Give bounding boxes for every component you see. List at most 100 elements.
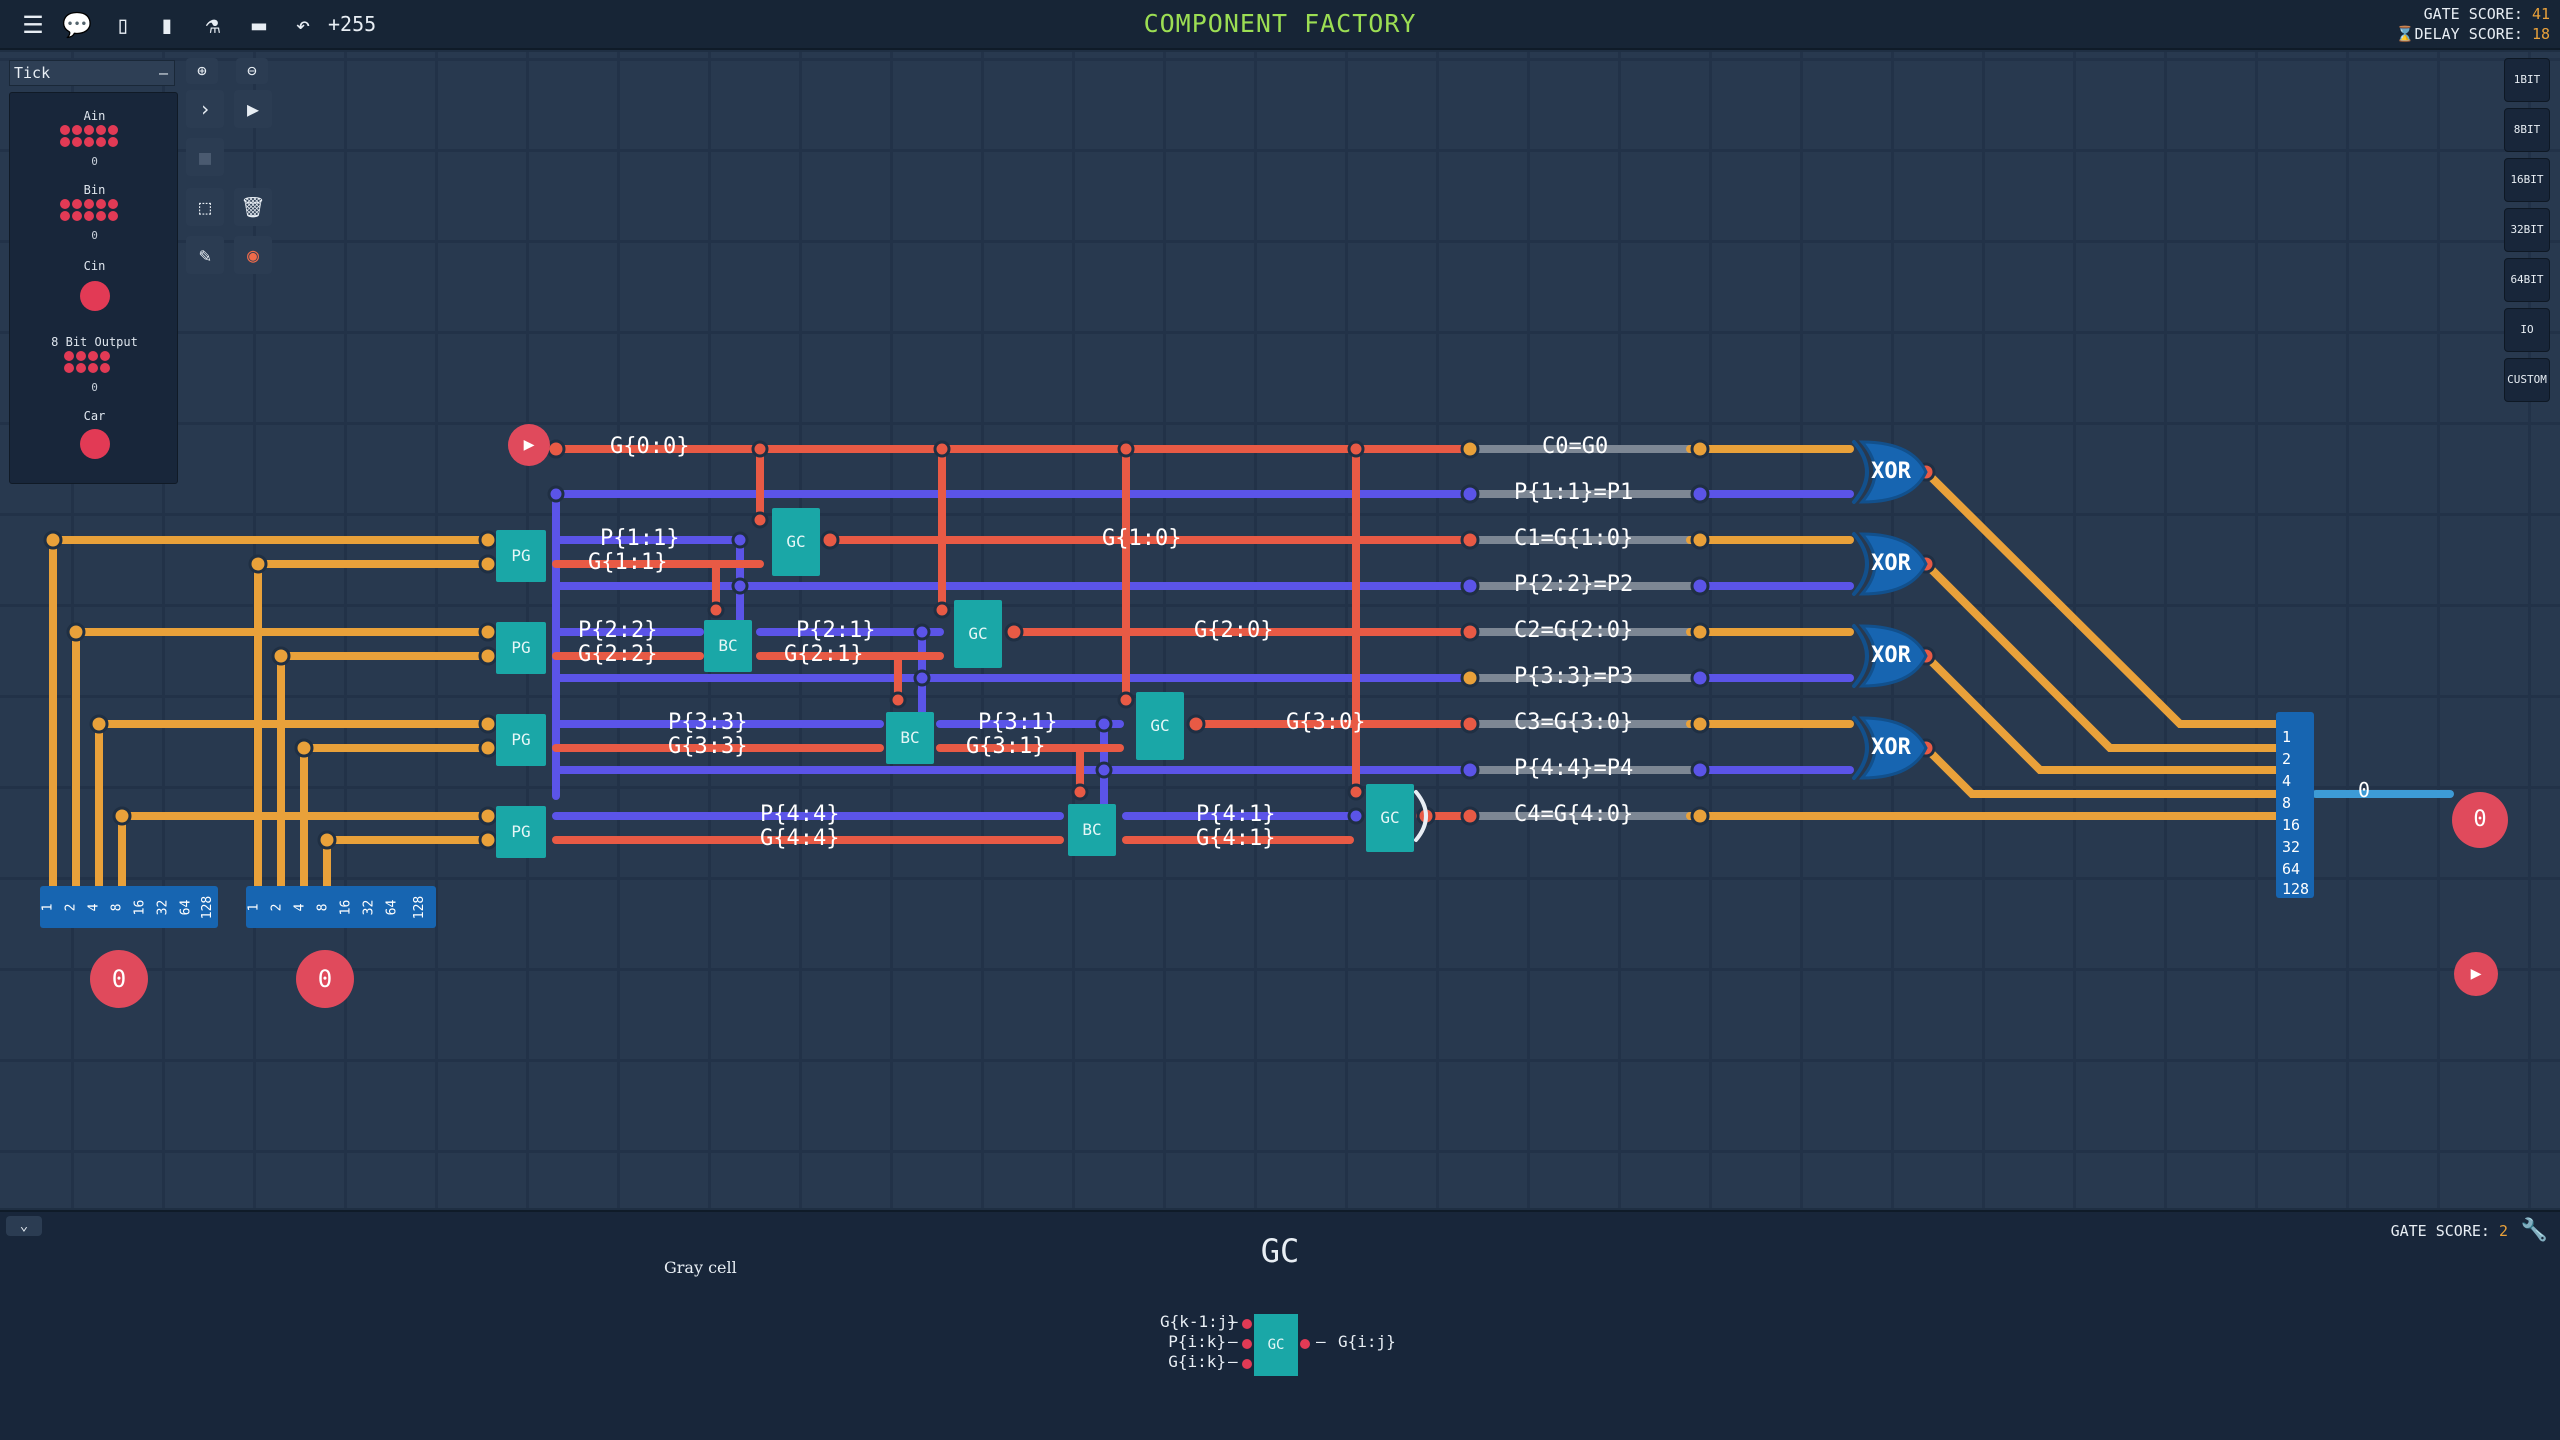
size-64bit-button[interactable]: 64BIT xyxy=(2504,258,2550,302)
wrench-icon[interactable]: 🔧 xyxy=(2521,1218,2548,1243)
component-detail-panel: ⌄ GC Gray cell GATE SCORE: 2 🔧 G{k-1:j} … xyxy=(0,1210,2560,1440)
output-node[interactable]: 0 xyxy=(2452,792,2508,848)
component-gate-score: GATE SCORE: 2 xyxy=(2390,1222,2508,1240)
b-input-node[interactable]: 0 xyxy=(296,950,354,1008)
gc-component[interactable]: GC xyxy=(772,508,820,576)
io-button[interactable]: IO xyxy=(2504,308,2550,352)
wire-label: P{2:1} xyxy=(796,618,876,643)
gate-score: GATE SCORE: 41 xyxy=(2423,5,2550,23)
pg-component[interactable]: PG xyxy=(496,806,546,858)
wire-label: G{3:3} xyxy=(668,734,748,759)
play-button[interactable]: ▶ xyxy=(234,90,272,128)
circuit-board[interactable]: Tick – Ain 0 Bin 0 Cin 8 Bit Output 0 Car… xyxy=(0,52,2560,1208)
delete-button[interactable]: 🗑 xyxy=(234,188,272,226)
wire-label: P{1:1} xyxy=(600,526,680,551)
gc-component[interactable]: GC xyxy=(1136,692,1184,760)
bin-value: 0 xyxy=(91,229,98,242)
custom-button[interactable]: CUSTOM xyxy=(2504,358,2550,402)
component-title: GC xyxy=(1260,1232,1300,1270)
wire-label: G{2:1} xyxy=(784,642,864,667)
size-1bit-button[interactable]: 1BIT xyxy=(2504,58,2550,102)
pg-component[interactable]: PG xyxy=(496,714,546,766)
a-input-node[interactable]: 0 xyxy=(90,950,148,1008)
byte-splitter-b[interactable]: 1 2 4 8 16 32 64 128 xyxy=(246,886,436,928)
size-16bit-button[interactable]: 16BIT xyxy=(2504,158,2550,202)
wire-label: P{3:1} xyxy=(978,710,1058,735)
output-bus-value: 0 xyxy=(2358,778,2371,802)
wire-label: G{3:0} xyxy=(1286,710,1366,735)
play-icon: ▶ xyxy=(523,434,535,455)
output-label: 8 Bit Output xyxy=(51,335,138,349)
top-bar: ☰ 💬 ▯ ▮ ⚗ ▬ ↶ +255 COMPONENT FACTORY GAT… xyxy=(0,0,2560,50)
wire-label: C3=G{3:0} xyxy=(1514,710,1634,735)
bc-component[interactable]: BC xyxy=(886,712,934,764)
inputs-panel: Ain 0 Bin 0 Cin 8 Bit Output 0 Car xyxy=(9,92,178,484)
wire-label: G{1:0} xyxy=(1102,526,1182,551)
wire-label: P{2:2}=P2 xyxy=(1514,572,1634,597)
zoom-in-button[interactable]: ⊕ xyxy=(186,58,218,84)
gc-component[interactable]: GC xyxy=(1366,784,1414,852)
byte-splitter-a[interactable]: 1 2 4 8 16 32 64 128 xyxy=(40,886,218,928)
size-8bit-button[interactable]: 8BIT xyxy=(2504,108,2550,152)
tick-selector[interactable]: Tick – xyxy=(9,60,175,86)
wire-label: C0=G0 xyxy=(1542,434,1609,459)
carry-wires xyxy=(1686,445,2280,820)
stop-button[interactable]: ■ xyxy=(186,138,224,176)
select-tool-button[interactable]: ⬚ xyxy=(186,188,224,226)
wire-label: P{2:2} xyxy=(578,618,658,643)
pg-component[interactable]: PG xyxy=(496,530,546,582)
wire-label: G{0:0} xyxy=(610,434,690,459)
byte-maker-output[interactable]: 1 2 4 8 16 32 64 128 xyxy=(2276,712,2314,898)
pg-component[interactable]: PG xyxy=(496,622,546,674)
wire-label: P{4:4}=P4 xyxy=(1514,756,1634,781)
cin-label: Cin xyxy=(83,259,106,273)
xor-gate[interactable]: XOR xyxy=(1858,442,1924,502)
xor-gate[interactable]: XOR xyxy=(1858,718,1924,778)
wire-label: P{1:1}=P1 xyxy=(1514,480,1634,505)
pin-label: G{i:k} xyxy=(1168,1352,1226,1371)
wire-label: P{3:3} xyxy=(668,710,748,735)
record-button[interactable]: ◉ xyxy=(234,236,272,274)
pin-label: P{i:k} xyxy=(1168,1332,1226,1351)
ain-pins[interactable] xyxy=(60,125,130,153)
carry-out-node[interactable]: ▶ xyxy=(2454,952,2498,996)
wire-label: P{4:4} xyxy=(760,802,840,827)
car-pin xyxy=(80,429,110,459)
cin-pin[interactable] xyxy=(80,281,110,311)
pin-label: G{k-1:j} xyxy=(1160,1312,1238,1331)
wire-label: G{4:1} xyxy=(1196,826,1276,851)
wire-label: C1=G{1:0} xyxy=(1514,526,1634,551)
bin-pins[interactable] xyxy=(60,199,130,227)
wires-layer xyxy=(43,439,2454,894)
wire-label: G{2:2} xyxy=(578,642,658,667)
gc-component[interactable]: GC xyxy=(954,600,1002,668)
page-title: COMPONENT FACTORY xyxy=(1143,9,1417,38)
bin-label: Bin xyxy=(83,183,106,197)
delay-score: ⌛DELAY SCORE: 18 xyxy=(2395,25,2550,43)
pin-label: G{i:j} xyxy=(1338,1332,1396,1351)
pencil-tool-button[interactable]: ✎ xyxy=(186,236,224,274)
wire-label: C2=G{2:0} xyxy=(1514,618,1634,643)
wire-label: P{4:1} xyxy=(1196,802,1276,827)
bc-component[interactable]: BC xyxy=(1068,804,1116,856)
ain-value: 0 xyxy=(91,155,98,168)
xor-gate[interactable]: XOR xyxy=(1858,534,1924,594)
wire-label: G{1:1} xyxy=(588,550,668,575)
size-32bit-button[interactable]: 32BIT xyxy=(2504,208,2550,252)
output-value: 0 xyxy=(91,381,98,394)
hourglass-icon: ⌛ xyxy=(2395,25,2415,43)
cin-node[interactable]: ▶ xyxy=(508,424,550,466)
bc-component[interactable]: BC xyxy=(704,620,752,672)
wire-label: G{4:4} xyxy=(760,826,840,851)
play-icon: ▶ xyxy=(2470,963,2482,984)
ain-label: Ain xyxy=(83,109,106,123)
gc-preview: GC xyxy=(1254,1314,1298,1376)
component-description: Gray cell xyxy=(664,1258,737,1277)
step-button[interactable]: › xyxy=(186,90,224,128)
input-wires-a xyxy=(49,536,492,894)
output-pins xyxy=(60,351,130,379)
car-label: Car xyxy=(83,409,106,423)
zoom-out-button[interactable]: ⊖ xyxy=(236,58,268,84)
generate-wires xyxy=(552,445,1474,844)
xor-gate[interactable]: XOR xyxy=(1858,626,1924,686)
